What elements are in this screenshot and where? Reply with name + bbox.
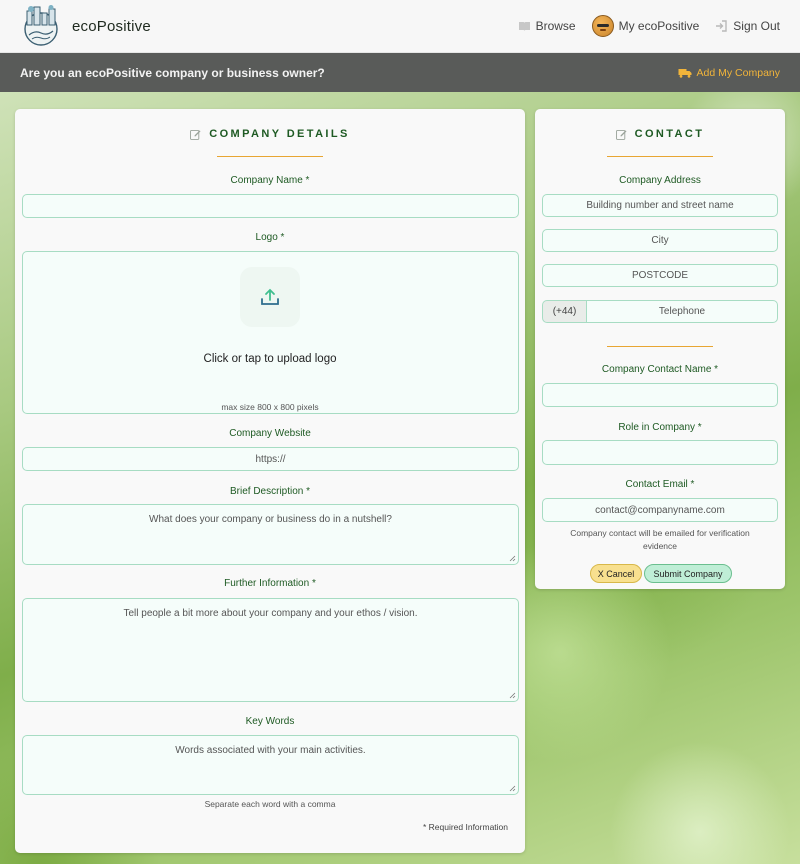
sign-out-icon — [716, 20, 727, 32]
ecopositive-logo-icon — [24, 5, 58, 46]
further-information-label: Further Information * — [224, 578, 316, 589]
street-input[interactable]: Building number and street name — [542, 194, 778, 217]
brief-description-textarea[interactable]: What does your company or business do in… — [22, 504, 519, 565]
telephone-placeholder: Telephone — [658, 306, 706, 317]
contact-name-input[interactable] — [542, 383, 778, 407]
postcode-input[interactable]: POSTCODE — [542, 264, 778, 287]
book-icon — [518, 21, 530, 31]
brand[interactable]: ecoPositive — [20, 5, 151, 47]
company-details-card: COMPANY DETAILS Company Name * Logo * Cl… — [15, 109, 525, 853]
role-input[interactable] — [542, 440, 778, 465]
further-information-textarea[interactable]: Tell people a bit more about your compan… — [22, 598, 519, 702]
contact-name-label: Company Contact Name * — [601, 364, 719, 375]
owner-question: Are you an ecoPositive company or busine… — [20, 65, 325, 80]
further-placeholder: Tell people a bit more about your compan… — [123, 608, 418, 619]
telephone-input[interactable]: Telephone — [586, 300, 778, 323]
contact-title: CONTACT — [634, 128, 705, 140]
email-verification-hint: Company contact will be emailed for veri… — [570, 528, 750, 551]
edit-icon — [190, 129, 201, 140]
upload-icon — [261, 288, 279, 305]
truck-icon — [678, 68, 692, 78]
brand-name: ecoPositive — [72, 17, 151, 35]
edit-icon — [615, 129, 627, 140]
nav-my-ecopositive-label: My ecoPositive — [618, 19, 700, 33]
email-placeholder: contact@companyname.com — [595, 504, 725, 516]
top-navbar: ecoPositive Browse My ecoPositive Sign O… — [0, 0, 800, 53]
contact-heading: CONTACT — [535, 128, 785, 140]
nav-my-ecopositive[interactable]: My ecoPositive — [591, 15, 700, 37]
key-words-textarea[interactable]: Words associated with your main activiti… — [22, 735, 519, 795]
owner-announce-bar: Are you an ecoPositive company or busine… — [0, 53, 800, 92]
brief-description-label: Brief Description * — [229, 486, 311, 497]
company-name-input[interactable] — [22, 194, 519, 218]
company-address-label: Company Address — [619, 175, 701, 186]
add-my-company-link[interactable]: Add My Company — [678, 67, 780, 79]
postcode-placeholder: POSTCODE — [631, 270, 689, 281]
resize-handle-icon[interactable] — [509, 555, 516, 562]
company-website-label: Company Website — [229, 428, 311, 439]
city-input[interactable]: City — [542, 229, 778, 252]
avatar-icon — [591, 15, 614, 37]
resize-handle-icon[interactable] — [509, 692, 516, 699]
add-my-company-label: Add My Company — [696, 66, 780, 79]
city-placeholder: City — [651, 235, 669, 246]
key-words-label: Key Words — [245, 716, 295, 727]
key-words-hint: Separate each word with a comma — [204, 799, 336, 809]
title-divider — [607, 156, 713, 157]
role-label: Role in Company * — [618, 422, 702, 433]
nav-browse[interactable]: Browse — [518, 19, 576, 33]
company-details-title: COMPANY DETAILS — [209, 128, 350, 140]
company-name-label: Company Name * — [230, 175, 310, 186]
resize-handle-icon[interactable] — [509, 785, 516, 792]
company-details-heading: COMPANY DETAILS — [15, 128, 525, 140]
company-website-input[interactable]: https:// — [22, 447, 519, 471]
keywords-placeholder: Words associated with your main activiti… — [175, 745, 366, 756]
street-placeholder: Building number and street name — [586, 200, 734, 211]
contact-email-label: Contact Email * — [625, 479, 695, 490]
top-nav-links: Browse My ecoPositive Sign Out — [518, 15, 780, 37]
upload-icon-box[interactable] — [240, 267, 300, 327]
description-placeholder: What does your company or business do in… — [149, 514, 392, 525]
submit-company-button[interactable]: Submit Company — [644, 564, 732, 583]
title-divider — [217, 156, 323, 157]
section-divider — [607, 346, 713, 347]
logo-size-hint: max size 800 x 800 pixels — [221, 402, 319, 412]
website-placeholder: https:// — [255, 453, 286, 465]
nav-browse-label: Browse — [535, 19, 576, 33]
upload-logo-text: Click or tap to upload logo — [203, 353, 337, 365]
nav-sign-out[interactable]: Sign Out — [715, 19, 780, 33]
cancel-button[interactable]: X Cancel — [590, 564, 642, 583]
telephone-country-code: (+44) — [542, 300, 586, 323]
required-info-note: * Required Information — [422, 822, 508, 832]
logo-label: Logo * — [255, 232, 285, 243]
contact-email-input[interactable]: contact@companyname.com — [542, 498, 778, 522]
nav-sign-out-label: Sign Out — [733, 19, 780, 33]
contact-card: CONTACT Company Address Building number … — [535, 109, 785, 589]
